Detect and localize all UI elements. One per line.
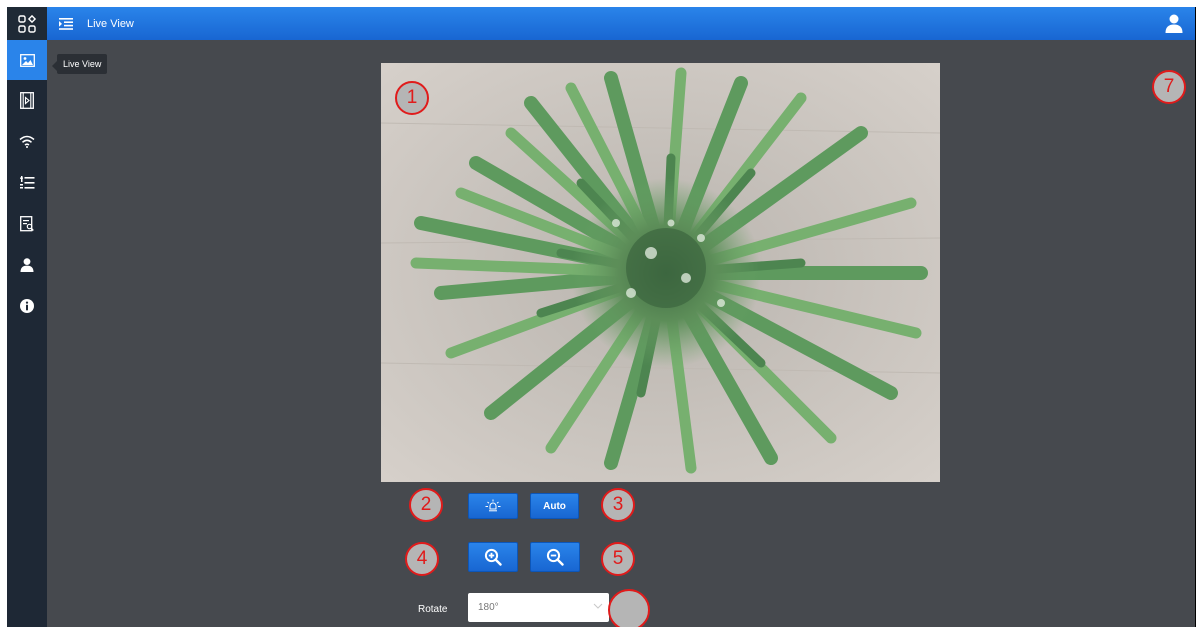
wifi-icon (19, 135, 35, 148)
zoom-in-icon (484, 548, 502, 566)
sidebar (7, 40, 47, 627)
callout-marker-3: 3 (601, 488, 635, 522)
callout-marker-1: 1 (395, 81, 429, 115)
film-icon (20, 92, 34, 109)
user-icon (1165, 14, 1183, 33)
live-video-view[interactable] (381, 63, 940, 482)
sidebar-item-network[interactable] (7, 121, 47, 162)
account-button[interactable] (1165, 14, 1183, 38)
page-margin (0, 0, 7, 627)
light-button[interactable] (468, 493, 518, 519)
sidebar-item-user[interactable] (7, 244, 47, 285)
callout-marker-4: 4 (405, 542, 439, 576)
top-bar: Live View (7, 7, 1195, 40)
zoom-out-icon (546, 548, 564, 566)
camera-feed-image (381, 63, 940, 482)
menu-indent-icon (59, 17, 73, 30)
callout-marker-2: 2 (409, 488, 443, 522)
rotate-select-value: 180° (478, 602, 499, 613)
apps-logo[interactable] (7, 7, 47, 40)
tooltip: Live View (51, 54, 108, 74)
sidebar-item-logs[interactable] (7, 203, 47, 244)
callout-marker-5: 5 (601, 542, 635, 576)
zoom-in-button[interactable] (468, 542, 518, 572)
sidebar-item-live-view[interactable] (7, 40, 47, 80)
rotate-label: Rotate (418, 604, 448, 615)
frame-border-right (1195, 7, 1196, 627)
sidebar-item-info[interactable] (7, 285, 47, 326)
auto-button[interactable]: Auto (530, 493, 579, 519)
apps-grid-icon (18, 14, 37, 33)
image-icon (19, 53, 35, 67)
sidebar-item-list[interactable] (7, 162, 47, 203)
light-icon (485, 499, 501, 512)
callout-marker-7: 7 (1152, 70, 1186, 104)
page-title: Live View (87, 17, 134, 30)
rotate-select[interactable]: 180° (468, 593, 609, 622)
app-window: Live View Live View 1 7 2 Auto 3 4 5 Rot… (7, 7, 1195, 627)
zoom-out-button[interactable] (530, 542, 580, 572)
menu-toggle-button[interactable] (59, 16, 75, 32)
sidebar-item-playback[interactable] (7, 80, 47, 121)
user-icon (20, 257, 34, 272)
report-icon (20, 215, 34, 231)
info-icon (20, 298, 34, 313)
chevron-down-icon (593, 603, 603, 609)
callout-marker-blank (608, 589, 650, 627)
list-icon (19, 175, 34, 189)
